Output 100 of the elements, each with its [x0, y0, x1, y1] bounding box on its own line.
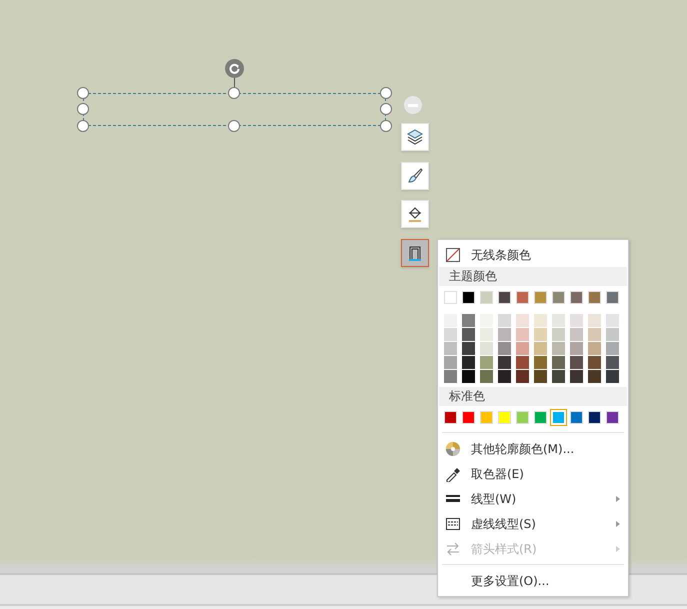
- color-swatch[interactable]: [480, 370, 493, 383]
- color-swatch[interactable]: [498, 342, 511, 355]
- color-swatch[interactable]: [498, 328, 511, 341]
- color-swatch[interactable]: [606, 328, 619, 341]
- color-swatch[interactable]: [444, 291, 457, 304]
- resize-handle[interactable]: [77, 120, 89, 132]
- resize-handle[interactable]: [228, 120, 240, 132]
- color-swatch[interactable]: [444, 370, 457, 383]
- color-swatch[interactable]: [534, 411, 547, 424]
- color-swatch[interactable]: [498, 291, 511, 304]
- resize-handle[interactable]: [77, 103, 89, 115]
- resize-handle[interactable]: [228, 87, 240, 99]
- color-swatch[interactable]: [606, 342, 619, 355]
- collapse-button[interactable]: [404, 96, 422, 114]
- color-swatch[interactable]: [462, 314, 475, 327]
- color-swatch[interactable]: [552, 314, 565, 327]
- color-swatch[interactable]: [570, 370, 583, 383]
- color-swatch[interactable]: [516, 342, 529, 355]
- color-swatch[interactable]: [516, 411, 529, 424]
- rotate-handle[interactable]: [225, 59, 244, 78]
- color-swatch[interactable]: [444, 314, 457, 327]
- menu-item[interactable]: 其他轮廓颜色(M)...: [438, 436, 628, 461]
- outline-icon: [406, 244, 424, 262]
- color-swatch[interactable]: [570, 356, 583, 369]
- menu-item[interactable]: 更多设置(O)...: [438, 568, 628, 593]
- menu-item[interactable]: 线型(W): [438, 486, 628, 511]
- section-header: 主题颜色: [439, 267, 627, 286]
- brush-icon: [406, 166, 424, 184]
- swap-arrows-icon: [445, 540, 461, 556]
- color-swatch[interactable]: [606, 314, 619, 327]
- no-color-icon: [445, 246, 461, 262]
- color-swatch[interactable]: [444, 411, 457, 424]
- color-swatch[interactable]: [516, 356, 529, 369]
- rotate-icon: [229, 63, 240, 74]
- color-swatch[interactable]: [480, 411, 493, 424]
- color-swatch[interactable]: [516, 370, 529, 383]
- color-swatch[interactable]: [534, 291, 547, 304]
- resize-handle[interactable]: [77, 87, 89, 99]
- color-swatch[interactable]: [462, 411, 475, 424]
- color-swatch[interactable]: [480, 342, 493, 355]
- color-swatch[interactable]: [606, 291, 619, 304]
- color-swatch[interactable]: [444, 342, 457, 355]
- color-swatch[interactable]: [570, 342, 583, 355]
- color-swatch[interactable]: [480, 356, 493, 369]
- color-swatch[interactable]: [588, 328, 601, 341]
- color-swatch[interactable]: [570, 314, 583, 327]
- color-swatch[interactable]: [534, 356, 547, 369]
- color-swatch[interactable]: [588, 356, 601, 369]
- color-swatch[interactable]: [570, 411, 583, 424]
- color-swatch[interactable]: [552, 328, 565, 341]
- color-swatch[interactable]: [552, 370, 565, 383]
- color-swatch[interactable]: [552, 356, 565, 369]
- resize-handle[interactable]: [380, 120, 392, 132]
- color-swatch[interactable]: [534, 370, 547, 383]
- color-swatch[interactable]: [570, 291, 583, 304]
- color-swatch[interactable]: [606, 356, 619, 369]
- color-swatch[interactable]: [462, 328, 475, 341]
- color-swatch[interactable]: [588, 342, 601, 355]
- resize-handle[interactable]: [380, 87, 392, 99]
- section-header: 标准色: [439, 387, 627, 406]
- color-swatch[interactable]: [534, 342, 547, 355]
- menu-item[interactable]: 取色器(E): [438, 461, 628, 486]
- color-swatch[interactable]: [588, 314, 601, 327]
- submenu-arrow-icon: [616, 546, 620, 552]
- menu-item[interactable]: 无线条颜色: [438, 242, 628, 267]
- color-swatch[interactable]: [588, 291, 601, 304]
- color-swatch[interactable]: [516, 314, 529, 327]
- color-swatch[interactable]: [552, 291, 565, 304]
- color-swatch[interactable]: [480, 328, 493, 341]
- color-swatch[interactable]: [588, 370, 601, 383]
- submenu-arrow-icon: [616, 520, 620, 526]
- color-swatch[interactable]: [570, 328, 583, 341]
- color-swatch[interactable]: [462, 342, 475, 355]
- color-swatch[interactable]: [462, 291, 475, 304]
- color-swatch[interactable]: [516, 291, 529, 304]
- color-swatch[interactable]: [606, 370, 619, 383]
- toolbar-button[interactable]: [401, 238, 429, 266]
- color-swatch[interactable]: [588, 411, 601, 424]
- dash-style-icon: [445, 516, 461, 532]
- layers-icon: [406, 128, 424, 146]
- color-swatch[interactable]: [462, 370, 475, 383]
- color-swatch[interactable]: [534, 328, 547, 341]
- color-swatch[interactable]: [444, 328, 457, 341]
- color-swatch[interactable]: [534, 314, 547, 327]
- resize-handle[interactable]: [380, 103, 392, 115]
- color-swatch[interactable]: [498, 314, 511, 327]
- menu-item[interactable]: 虚线线型(S): [438, 511, 628, 536]
- color-swatch[interactable]: [444, 356, 457, 369]
- color-swatch[interactable]: [480, 314, 493, 327]
- submenu-arrow-icon: [616, 496, 620, 502]
- color-swatch[interactable]: [498, 411, 511, 424]
- color-swatch[interactable]: [552, 342, 565, 355]
- color-swatch[interactable]: [516, 328, 529, 341]
- color-swatch[interactable]: [462, 356, 475, 369]
- color-swatch[interactable]: [480, 291, 493, 304]
- color-swatch[interactable]: [498, 356, 511, 369]
- color-swatch[interactable]: [606, 411, 619, 424]
- color-wheel-icon: [445, 440, 461, 456]
- color-swatch[interactable]: [498, 370, 511, 383]
- eyedropper-icon: [445, 466, 461, 482]
